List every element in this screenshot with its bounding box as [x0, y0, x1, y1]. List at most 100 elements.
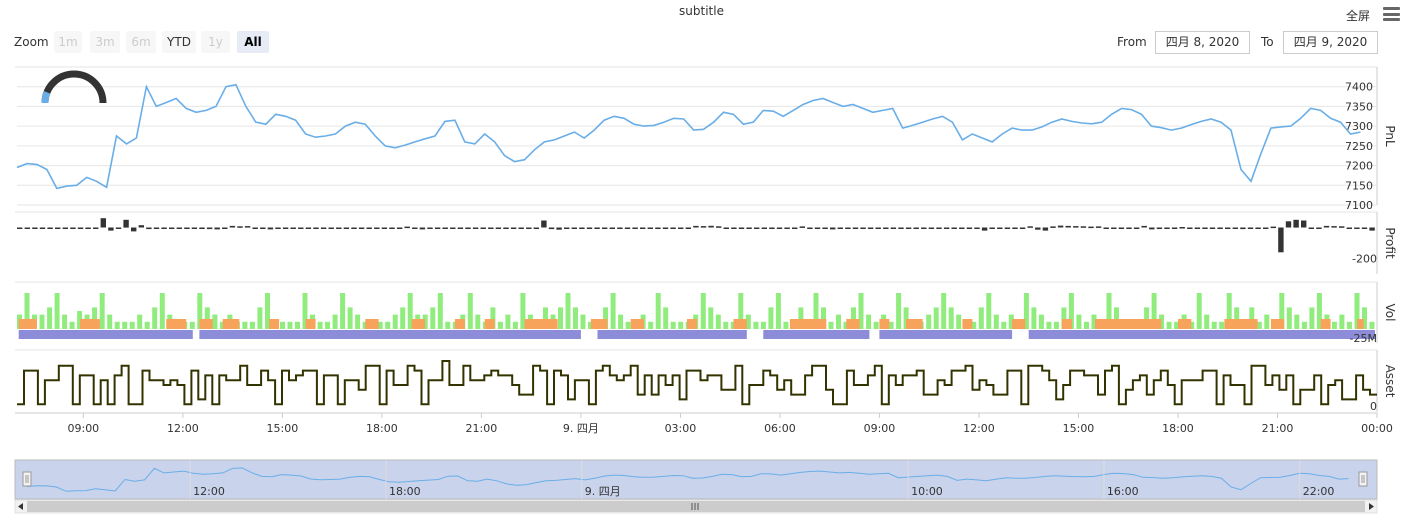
profit-bar [769, 227, 775, 229]
vol-buy-bar [625, 321, 631, 329]
vol-buy-bar [39, 314, 45, 329]
pnl-tick-label: 7400 [1345, 81, 1373, 94]
profit-bar [1308, 227, 1314, 229]
vol-buy-bar [715, 314, 721, 329]
vol-sell-bar [1320, 319, 1331, 329]
vol-buy-bar [249, 321, 255, 329]
vol-buy-bar [1038, 314, 1044, 329]
vol-buy-bar [1294, 314, 1300, 329]
vol-buy-bar [467, 293, 473, 329]
profit-bar [1225, 227, 1231, 229]
profit-bar [199, 227, 205, 229]
profit-bar [313, 227, 319, 229]
vol-sell-bar [1095, 319, 1162, 329]
profit-bar [951, 227, 957, 229]
navigator-tick-label: 10:00 [911, 485, 943, 498]
x-axis-tick-label: 15:00 [1063, 422, 1095, 435]
profit-bar [1080, 226, 1087, 228]
profit-bar [830, 227, 836, 230]
vol-buy-bar [212, 314, 218, 329]
profit-bar [222, 227, 228, 229]
profit-bar [24, 227, 30, 229]
profit-bar [108, 227, 114, 231]
profit-bar [602, 227, 608, 229]
profit-bar [131, 227, 137, 232]
profit-bar [579, 227, 585, 229]
vol-buy-bar [1346, 321, 1352, 329]
profit-bar [921, 227, 927, 229]
profit-bar [267, 227, 274, 230]
profit-bar [700, 226, 707, 228]
profit-bar [754, 227, 760, 229]
profit-bar [594, 227, 600, 229]
vol-sell-bar [1178, 319, 1192, 329]
vol-sell-bar [906, 319, 923, 329]
profit-bar [814, 227, 821, 229]
vol-sell-bar [484, 319, 495, 329]
profit-bar [792, 227, 798, 229]
profit-bar [1369, 227, 1375, 231]
profit-bar [1065, 225, 1071, 228]
vol-buy-bar [385, 321, 391, 329]
profit-bar [275, 227, 281, 229]
pnl-series-line [16, 83, 1361, 190]
vol-sell-bar [962, 319, 973, 329]
vol-sell-bar [305, 319, 316, 329]
vol-buy-bar [828, 321, 834, 329]
profit-bar [1301, 220, 1307, 228]
vol-buy-bar [355, 314, 361, 329]
navigator-handle [22, 471, 32, 487]
profit-bar [852, 227, 859, 229]
x-axis-tick-label: 18:00 [366, 422, 398, 435]
profit-bar [374, 227, 380, 229]
vol-buy-bar [317, 321, 323, 329]
profit-bar [93, 227, 99, 229]
profit-bar [320, 227, 327, 229]
vol-buy-bar [512, 321, 518, 329]
profit-bar [966, 227, 973, 229]
vol-buy-bar [986, 293, 992, 329]
vol-buy-bar [144, 321, 150, 329]
profit-tick-label: -200 [1352, 253, 1377, 266]
vol-sell-bar [846, 319, 860, 329]
vol-buy-bar [47, 307, 53, 329]
profit-bar [640, 227, 646, 229]
profit-bar [1202, 227, 1208, 229]
profit-bar [1050, 226, 1056, 228]
profit-bar [1270, 226, 1276, 229]
profit-bar [153, 227, 160, 229]
vol-buy-bar [678, 321, 684, 329]
vol-buy-bar [1053, 321, 1059, 329]
vol-buy-bar [189, 321, 195, 329]
vol-buy-bar [866, 314, 872, 329]
profit-bar [206, 227, 213, 230]
vol-sell-bar [524, 319, 558, 329]
vol-sell-bar [1061, 319, 1072, 329]
profit-bar [685, 227, 691, 229]
vol-buy-bar [137, 314, 143, 329]
profit-bar [1012, 227, 1018, 229]
profit-bar [381, 227, 388, 229]
vol-sell-bar [1270, 319, 1285, 329]
profit-bar [1331, 226, 1337, 228]
profit-bar [1316, 227, 1322, 229]
profit-bar [77, 227, 84, 229]
profit-bar [1293, 219, 1299, 228]
profit-bar [214, 227, 220, 230]
vol-sell-bar [411, 319, 425, 329]
vol-sell-bar [365, 319, 379, 329]
vol-sell-bar [1012, 319, 1026, 329]
vol-buy-bar [280, 321, 285, 329]
profit-bar [305, 227, 312, 229]
profit-bar [62, 227, 68, 229]
vol-position-bar [1028, 330, 1375, 339]
navigator-tick-label: 18:00 [389, 485, 421, 498]
profit-bar [169, 227, 175, 229]
vol-buy-bar [1001, 321, 1007, 329]
profit-bar [1263, 227, 1269, 229]
profit-bar [176, 227, 182, 229]
vol-position-bar [199, 330, 581, 339]
vol-buy-bar [69, 321, 75, 329]
profit-bar [837, 227, 843, 229]
vol-buy-bar [580, 314, 586, 329]
